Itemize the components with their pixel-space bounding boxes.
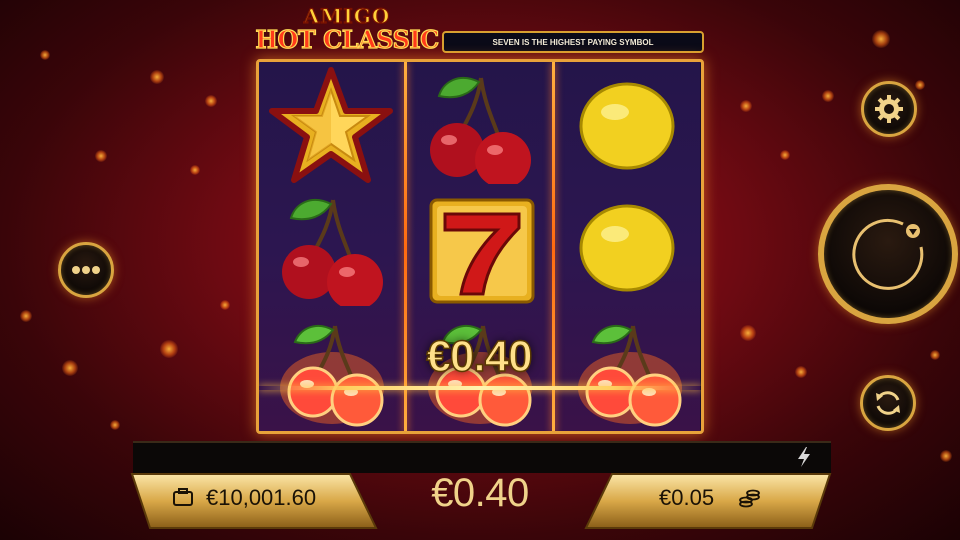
bokeh-light: [795, 366, 807, 378]
cherry-symbol: [282, 199, 383, 306]
spin-arrow-icon: [852, 218, 924, 290]
autoplay-button[interactable]: [860, 375, 916, 431]
bokeh-light: [740, 325, 756, 341]
winning-payline: [259, 386, 701, 390]
menu-button[interactable]: [58, 242, 114, 298]
bottom-bar: [133, 441, 831, 473]
info-message-text: SEVEN IS THE HIGHEST PAYING SYMBOL: [492, 37, 654, 47]
cherry-symbol: [430, 77, 531, 184]
bokeh-light: [220, 300, 230, 310]
bokeh-light: [150, 70, 164, 84]
bokeh-light: [780, 150, 790, 160]
reel-separator: [404, 62, 407, 431]
balance-value: €10,001.60: [206, 485, 317, 510]
star-symbol: [269, 67, 393, 183]
bokeh-light: [62, 360, 78, 376]
lightning-bolt-icon[interactable]: [796, 446, 812, 468]
bokeh-light: [110, 420, 120, 430]
bokeh-light: [822, 90, 834, 102]
bokeh-light: [40, 50, 50, 60]
bokeh-light: [95, 150, 107, 162]
bokeh-light: [190, 165, 200, 175]
bokeh-light: [930, 350, 940, 360]
bokeh-light: [20, 310, 32, 322]
total-win-value: €0.40: [431, 471, 529, 515]
logo-line-1: AMIGO: [303, 4, 391, 28]
info-message-bar: SEVEN IS THE HIGHEST PAYING SYMBOL: [442, 31, 704, 53]
bet-value: €0.05: [659, 485, 715, 510]
reel-separator: [552, 62, 555, 431]
wallet-icon: [173, 488, 193, 506]
bokeh-light: [915, 80, 925, 90]
bokeh-light: [872, 30, 890, 48]
bokeh-light: [940, 450, 952, 462]
win-amount-popup: €0.40: [426, 331, 534, 382]
lemon-symbol: [579, 204, 675, 292]
coins-icon: [739, 489, 760, 508]
game-logo: AMIGO HOT CLASSIC: [252, 4, 442, 56]
seven-symbol: [429, 198, 535, 304]
bokeh-light: [160, 340, 178, 358]
bokeh-light: [205, 95, 217, 107]
gear-icon: [875, 95, 903, 123]
settings-button[interactable]: [861, 81, 917, 137]
bokeh-light: [740, 100, 752, 112]
spin-button[interactable]: [818, 184, 958, 324]
lemon-symbol: [579, 82, 675, 170]
autoplay-icon: [876, 391, 900, 415]
burning-cherry-symbol: [578, 324, 682, 427]
burning-cherry-symbol: [280, 324, 384, 427]
ellipsis-icon: [72, 266, 100, 274]
reels-area: €0.40: [256, 59, 704, 434]
logo-line-2: HOT CLASSIC: [255, 25, 440, 54]
